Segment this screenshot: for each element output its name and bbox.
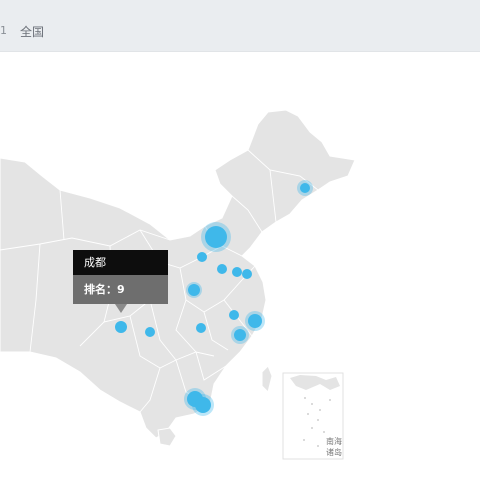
china-map-svg: 南海 诸岛: [0, 109, 356, 460]
city-tooltip: 成都 排名：9: [73, 250, 168, 313]
tooltip-rank: 排名：9: [73, 275, 168, 304]
south-china-sea-inset: 南海 诸岛: [282, 372, 344, 460]
inset-label-line2: 诸岛: [326, 447, 342, 457]
city-marker-xian[interactable]: [186, 282, 202, 298]
tooltip-arrow: [115, 304, 127, 313]
city-marker-jinan[interactable]: [232, 267, 242, 277]
breadcrumb-previous[interactable]: 1: [0, 24, 7, 37]
city-marker-chengdu[interactable]: [115, 321, 127, 333]
taiwan-island[interactable]: [261, 365, 273, 393]
breadcrumb-current[interactable]: 全国: [20, 23, 44, 40]
china-map[interactable]: 南海 诸岛: [0, 52, 480, 480]
hainan-island[interactable]: [157, 427, 177, 447]
city-marker-nanjing[interactable]: [229, 310, 239, 320]
city-marker-taiyuan[interactable]: [197, 252, 207, 262]
breadcrumb-bar: 1 全国: [0, 0, 480, 52]
tooltip-rank-value: 9: [117, 283, 125, 296]
city-marker-wuhan[interactable]: [196, 323, 206, 333]
city-marker-shenzhen[interactable]: [192, 394, 214, 416]
city-marker-beijing[interactable]: [201, 222, 231, 252]
city-marker-qingdao[interactable]: [242, 269, 252, 279]
city-marker-chongqing[interactable]: [145, 327, 155, 337]
city-marker-shanghai[interactable]: [245, 311, 265, 331]
city-marker-shijiazhuang[interactable]: [217, 264, 227, 274]
city-marker-harbin[interactable]: [297, 180, 313, 196]
inset-label-line1: 南海: [326, 436, 342, 446]
tooltip-rank-label: 排名：: [84, 283, 117, 296]
tooltip-city-name: 成都: [73, 250, 168, 275]
city-marker-hangzhou[interactable]: [231, 326, 249, 344]
